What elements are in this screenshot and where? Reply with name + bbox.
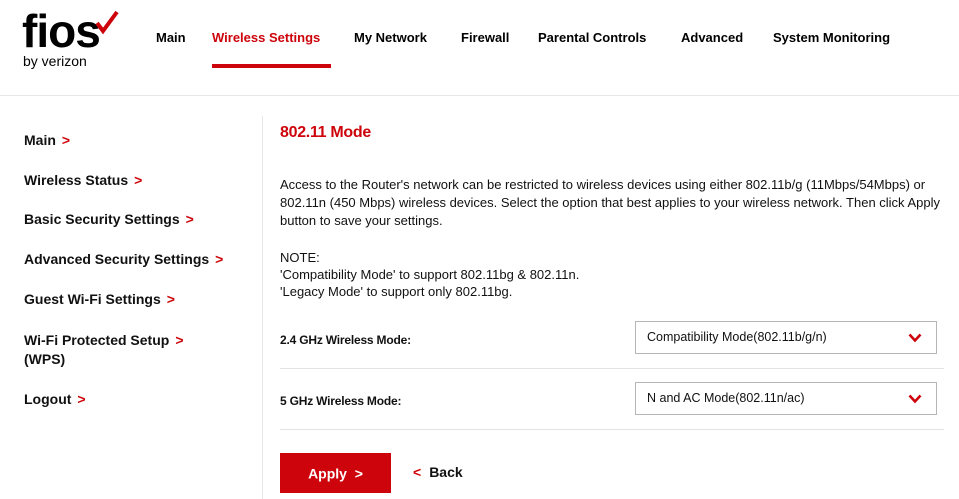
page-title: 802.11 Mode xyxy=(280,124,371,141)
chevron-right-icon: > xyxy=(61,132,71,148)
sidebar-item-basic-security[interactable]: Basic Security Settings > xyxy=(24,210,194,229)
sidebar-item-wps[interactable]: Wi-Fi Protected Setup > (WPS) xyxy=(24,331,184,369)
nav-system-monitoring[interactable]: System Monitoring xyxy=(773,29,890,47)
chevron-down-icon xyxy=(908,394,922,404)
chevron-right-icon: > xyxy=(354,465,363,482)
sidebar-item-label: Wireless Status xyxy=(24,172,129,188)
sidebar-item-logout[interactable]: Logout > xyxy=(24,390,86,409)
nav-main[interactable]: Main xyxy=(156,29,186,47)
sidebar-item-label: Basic Security Settings xyxy=(24,211,180,227)
nav-wireless-settings[interactable]: Wireless Settings xyxy=(212,29,320,47)
chevron-right-icon: > xyxy=(185,211,194,227)
sidebar-item-label-line2: (WPS) xyxy=(24,351,66,367)
sidebar-item-label: Guest Wi-Fi Settings xyxy=(24,291,161,307)
wireless-mode-24ghz-label: 2.4 GHz Wireless Mode: xyxy=(280,333,411,347)
select-value: N and AC Mode(802.11n/ac) xyxy=(647,391,805,405)
sidebar-item-main[interactable]: Main > xyxy=(24,131,70,150)
wireless-mode-24ghz-select[interactable]: Compatibility Mode(802.11b/g/n) xyxy=(635,321,937,354)
nav-parental-controls[interactable]: Parental Controls xyxy=(538,29,646,47)
checkmark-icon xyxy=(95,10,119,35)
apply-button-label: Apply xyxy=(308,465,347,482)
wireless-mode-5ghz-label: 5 GHz Wireless Mode: xyxy=(280,394,402,408)
back-link[interactable]: < Back xyxy=(413,464,463,480)
sidebar-item-label: Logout xyxy=(24,391,72,407)
nav-my-network[interactable]: My Network xyxy=(354,29,427,47)
sidebar-item-label: Advanced Security Settings xyxy=(24,251,210,267)
apply-button[interactable]: Apply > xyxy=(280,453,391,493)
wireless-mode-5ghz-row: 5 GHz Wireless Mode: N and AC Mode(802.1… xyxy=(280,374,944,430)
wireless-mode-5ghz-select[interactable]: N and AC Mode(802.11n/ac) xyxy=(635,382,937,415)
active-tab-indicator xyxy=(212,64,331,68)
logo-wordmark: fios xyxy=(22,5,101,57)
chevron-down-icon xyxy=(908,333,922,343)
header: fios by verizon Main Wireless Settings M… xyxy=(0,0,959,86)
sidebar-item-advanced-security[interactable]: Advanced Security Settings > xyxy=(24,250,223,269)
note-line: 'Legacy Mode' to support only 802.11bg. xyxy=(280,284,513,299)
chevron-right-icon: > xyxy=(77,391,86,407)
nav-firewall[interactable]: Firewall xyxy=(461,29,509,47)
back-link-label: Back xyxy=(429,464,463,480)
chevron-right-icon: > xyxy=(166,291,175,307)
nav-advanced[interactable]: Advanced xyxy=(681,29,743,47)
note-heading: NOTE: xyxy=(280,250,320,265)
logo-subtitle: by verizon xyxy=(23,53,87,69)
sidebar-item-label: Main xyxy=(24,132,56,148)
chevron-right-icon: > xyxy=(134,172,143,188)
sidebar-item-wireless-status[interactable]: Wireless Status > xyxy=(24,171,142,190)
description-text: Access to the Router's network can be re… xyxy=(280,177,940,228)
chevron-left-icon: < xyxy=(413,464,422,480)
select-value: Compatibility Mode(802.11b/g/n) xyxy=(647,330,827,344)
wireless-mode-24ghz-row: 2.4 GHz Wireless Mode: Compatibility Mod… xyxy=(280,313,944,369)
sidebar-divider xyxy=(262,116,263,499)
sidebar-item-label: Wi-Fi Protected Setup xyxy=(24,332,170,348)
header-divider xyxy=(0,95,959,96)
sidebar-item-guest-wifi[interactable]: Guest Wi-Fi Settings > xyxy=(24,290,175,309)
chevron-right-icon: > xyxy=(175,332,184,348)
fios-logo[interactable]: fios by verizon xyxy=(22,6,122,72)
note-block: NOTE: 'Compatibility Mode' to support 80… xyxy=(280,249,945,300)
note-line: 'Compatibility Mode' to support 802.11bg… xyxy=(280,267,580,282)
chevron-right-icon: > xyxy=(215,251,224,267)
